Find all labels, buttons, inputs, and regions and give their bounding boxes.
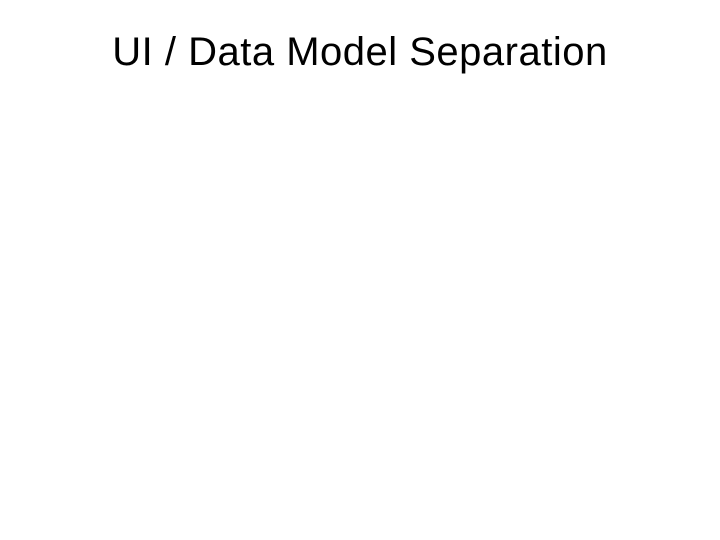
slide-container: UI / Data Model Separation: [0, 0, 720, 540]
slide-title: UI / Data Model Separation: [60, 30, 660, 75]
